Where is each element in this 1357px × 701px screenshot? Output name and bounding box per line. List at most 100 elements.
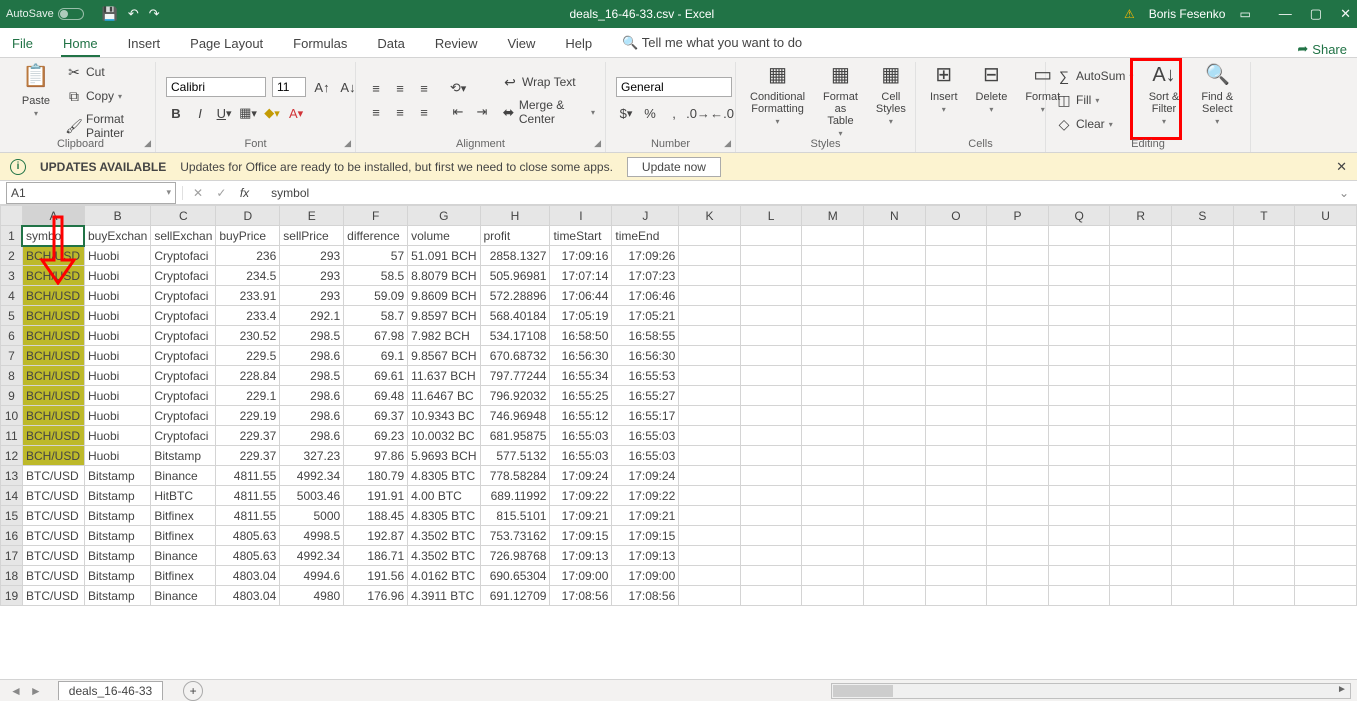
cell[interactable]: [1233, 526, 1295, 546]
cell[interactable]: [1233, 266, 1295, 286]
cell[interactable]: Cryptofaci: [151, 386, 216, 406]
percent-icon[interactable]: %: [640, 103, 660, 123]
cell[interactable]: BTC/USD: [22, 546, 84, 566]
cell[interactable]: 16:58:55: [612, 326, 679, 346]
cell[interactable]: [1048, 246, 1110, 266]
cell[interactable]: BTC/USD: [22, 466, 84, 486]
cell[interactable]: [1295, 326, 1357, 346]
cell[interactable]: 69.23: [344, 426, 408, 446]
cell[interactable]: [740, 266, 802, 286]
cell[interactable]: [1048, 486, 1110, 506]
cell[interactable]: 16:55:34: [550, 366, 612, 386]
cell[interactable]: [1048, 326, 1110, 346]
cell[interactable]: [1295, 286, 1357, 306]
cell[interactable]: [740, 226, 802, 246]
enter-formula-icon[interactable]: ✓: [216, 186, 226, 200]
cell[interactable]: 233.91: [216, 286, 280, 306]
cell[interactable]: 5.9693 BCH: [408, 446, 480, 466]
cell[interactable]: 230.52: [216, 326, 280, 346]
cell[interactable]: [925, 386, 987, 406]
cell[interactable]: BCH/USD: [22, 406, 84, 426]
cell[interactable]: 4811.55: [216, 486, 280, 506]
cell[interactable]: [1172, 466, 1234, 486]
cell[interactable]: [802, 306, 864, 326]
undo-icon[interactable]: ↶: [128, 6, 139, 22]
formula-input[interactable]: symbol: [271, 186, 1321, 200]
cell[interactable]: 17:09:16: [550, 246, 612, 266]
increase-decimal-icon[interactable]: .0→: [688, 103, 708, 123]
cell[interactable]: Huobi: [84, 406, 150, 426]
cell[interactable]: [679, 526, 741, 546]
decrease-font-icon[interactable]: A↓: [338, 77, 358, 97]
cell[interactable]: [740, 286, 802, 306]
cell[interactable]: 51.091 BCH: [408, 246, 480, 266]
cell[interactable]: 17:09:00: [550, 566, 612, 586]
cell[interactable]: [1233, 346, 1295, 366]
cell[interactable]: HitBTC: [151, 486, 216, 506]
cell[interactable]: [1048, 226, 1110, 246]
column-header[interactable]: H: [480, 206, 550, 226]
cell[interactable]: [1048, 346, 1110, 366]
decrease-indent-icon[interactable]: ⇤: [448, 102, 468, 122]
sheet-nav-prev[interactable]: ◄: [10, 684, 22, 698]
cell[interactable]: BCH/USD: [22, 346, 84, 366]
cell[interactable]: 17:06:46: [612, 286, 679, 306]
cell[interactable]: 298.6: [280, 386, 344, 406]
cell[interactable]: [1110, 426, 1172, 446]
cell[interactable]: [679, 546, 741, 566]
cell[interactable]: [987, 526, 1049, 546]
cell[interactable]: [1172, 406, 1234, 426]
cell[interactable]: [740, 326, 802, 346]
cell[interactable]: [802, 466, 864, 486]
cell[interactable]: [679, 386, 741, 406]
row-header[interactable]: 14: [1, 486, 23, 506]
cell[interactable]: [1295, 226, 1357, 246]
row-header[interactable]: 5: [1, 306, 23, 326]
cell[interactable]: Cryptofaci: [151, 286, 216, 306]
cell[interactable]: [864, 546, 926, 566]
cell[interactable]: [1110, 526, 1172, 546]
cell[interactable]: 58.5: [344, 266, 408, 286]
close-update-bar[interactable]: ✕: [1336, 159, 1347, 175]
cell[interactable]: 17:09:26: [612, 246, 679, 266]
cell[interactable]: [679, 566, 741, 586]
cell[interactable]: [864, 246, 926, 266]
cell[interactable]: [1110, 446, 1172, 466]
find-select-button[interactable]: 🔍Find & Select: [1195, 62, 1240, 138]
cell[interactable]: [740, 466, 802, 486]
row-header[interactable]: 16: [1, 526, 23, 546]
cell[interactable]: 229.37: [216, 446, 280, 466]
cell[interactable]: 5003.46: [280, 486, 344, 506]
add-sheet-button[interactable]: +: [183, 681, 203, 701]
row-header[interactable]: 8: [1, 366, 23, 386]
cell[interactable]: [925, 526, 987, 546]
cell[interactable]: BCH/USD: [22, 446, 84, 466]
cell[interactable]: 293: [280, 246, 344, 266]
column-header[interactable]: E: [280, 206, 344, 226]
cell[interactable]: [1110, 346, 1172, 366]
cell[interactable]: [925, 226, 987, 246]
cell[interactable]: Bitfinex: [151, 526, 216, 546]
cell[interactable]: [1233, 506, 1295, 526]
cell[interactable]: 4.3502 BTC: [408, 526, 480, 546]
cell[interactable]: [679, 486, 741, 506]
row-header[interactable]: 19: [1, 586, 23, 606]
cell[interactable]: [925, 286, 987, 306]
cell[interactable]: [864, 306, 926, 326]
cell[interactable]: BTC/USD: [22, 506, 84, 526]
cell[interactable]: [1233, 326, 1295, 346]
alignment-dialog-icon[interactable]: ◢: [594, 138, 601, 149]
cell[interactable]: 4998.5: [280, 526, 344, 546]
cell[interactable]: 59.09: [344, 286, 408, 306]
cell[interactable]: [987, 446, 1049, 466]
cell[interactable]: 4803.04: [216, 566, 280, 586]
cell[interactable]: [1295, 506, 1357, 526]
cell[interactable]: [987, 506, 1049, 526]
cell[interactable]: 11.6467 BC: [408, 386, 480, 406]
cell[interactable]: 16:55:12: [550, 406, 612, 426]
cell[interactable]: [802, 406, 864, 426]
cell[interactable]: [987, 246, 1049, 266]
cell[interactable]: 9.8567 BCH: [408, 346, 480, 366]
cell[interactable]: 176.96: [344, 586, 408, 606]
cell[interactable]: 778.58284: [480, 466, 550, 486]
